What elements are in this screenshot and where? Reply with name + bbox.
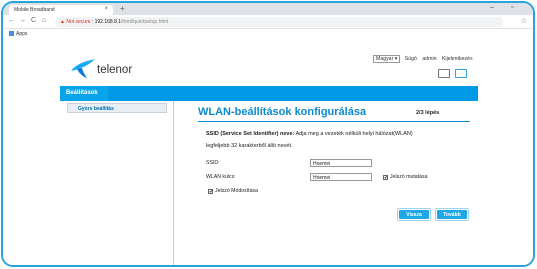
router-page: telenor Magyar ▾ Súgó admin Kijelentkezé… bbox=[3, 39, 533, 265]
title-divider bbox=[198, 121, 470, 122]
home-icon[interactable]: ⌂ bbox=[42, 17, 46, 24]
page-title: WLAN-beállítások konfigurálása bbox=[198, 106, 367, 118]
maximize-icon[interactable]: ▫ bbox=[511, 4, 513, 11]
top-nav: Magyar ▾ Súgó admin Kijelentkezés bbox=[373, 55, 473, 63]
telenor-logo: telenor bbox=[69, 57, 132, 84]
wlan-key-label: WLAN kulcs: bbox=[206, 174, 236, 180]
checkbox-checked-icon: ✔ bbox=[208, 189, 214, 195]
user-name: admin bbox=[422, 56, 437, 62]
back-button[interactable]: Vissza bbox=[399, 210, 429, 219]
change-password-label: Jelszó Módosítása bbox=[215, 188, 258, 194]
tab-strip: Mobile Broadband × + – ▫ bbox=[3, 3, 533, 15]
show-password-checkbox[interactable]: ✔ Jelszó mutatása bbox=[383, 174, 428, 181]
bookmark-star-icon[interactable]: ☆ bbox=[521, 17, 527, 25]
brand-name: telenor bbox=[97, 64, 133, 76]
tab-title: Mobile Broadband bbox=[14, 7, 55, 13]
not-secure-label: Not secure bbox=[66, 19, 91, 25]
tab-settings[interactable]: Beállítások bbox=[60, 86, 108, 101]
monitor-icon[interactable] bbox=[455, 69, 467, 78]
apps-grid-icon bbox=[9, 31, 14, 36]
new-tab-button[interactable]: + bbox=[120, 4, 125, 13]
address-bar[interactable]: ▲ Not secure | 192.168.8.1/html/quickset… bbox=[55, 17, 503, 27]
back-arrow-icon[interactable]: ← bbox=[8, 17, 15, 24]
language-select[interactable]: Magyar ▾ bbox=[373, 55, 401, 63]
ssid-description-text: Adja meg a vezeték nélküli helyi hálózat… bbox=[294, 131, 413, 137]
url-path: /html/quicksetup.html bbox=[121, 19, 169, 25]
ssid-input[interactable]: Hoemei bbox=[310, 159, 372, 167]
tab-close-icon[interactable]: × bbox=[104, 6, 108, 12]
browser-tab[interactable]: Mobile Broadband × bbox=[9, 5, 113, 15]
step-indicator: 2/3 lépés bbox=[416, 110, 440, 116]
show-password-label: Jelszó mutatása bbox=[390, 174, 428, 180]
next-button[interactable]: Tovább bbox=[437, 210, 467, 219]
wlan-key-input[interactable]: Hoemei bbox=[310, 173, 372, 181]
change-password-checkbox[interactable]: ✔ Jelszó Módosítása bbox=[208, 188, 258, 195]
window-icon[interactable] bbox=[438, 69, 450, 78]
ssid-description-line2: legfeljebb 32 karakterből álló nevét. bbox=[206, 143, 293, 149]
checkbox-checked-icon: ✔ bbox=[383, 175, 389, 181]
minimize-icon[interactable]: – bbox=[490, 4, 494, 11]
sidebar: Gyors beállítás bbox=[60, 101, 174, 265]
apps-bookmark-label: Apps bbox=[16, 31, 28, 37]
nav-bar: Beállítások bbox=[60, 86, 478, 101]
telenor-propeller-icon bbox=[71, 59, 95, 78]
ssid-description-bold: SSID (Service Set Identifier) neve: bbox=[206, 131, 295, 137]
address-row: ← → C ⌂ ▲ Not secure | 192.168.8.1/html/… bbox=[3, 15, 533, 29]
ssid-label: SSID: bbox=[206, 160, 220, 166]
url-host: 192.168.8.1 bbox=[94, 19, 122, 25]
sidebar-item-quick-setup[interactable]: Gyors beállítás bbox=[67, 103, 167, 113]
help-link[interactable]: Súgó bbox=[405, 56, 417, 62]
reload-icon[interactable]: C bbox=[31, 17, 36, 24]
forward-arrow-icon[interactable]: → bbox=[19, 17, 26, 24]
logout-link[interactable]: Kijelentkezés bbox=[442, 56, 473, 62]
warning-icon: ▲ bbox=[60, 19, 65, 25]
apps-bookmark[interactable]: Apps bbox=[9, 31, 27, 37]
screenshot-frame: Mobile Broadband × + – ▫ ← → C ⌂ ▲ Not s… bbox=[1, 1, 535, 267]
bookmarks-bar: Apps bbox=[3, 29, 533, 39]
ssid-description: SSID (Service Set Identifier) neve: Adja… bbox=[206, 131, 413, 137]
